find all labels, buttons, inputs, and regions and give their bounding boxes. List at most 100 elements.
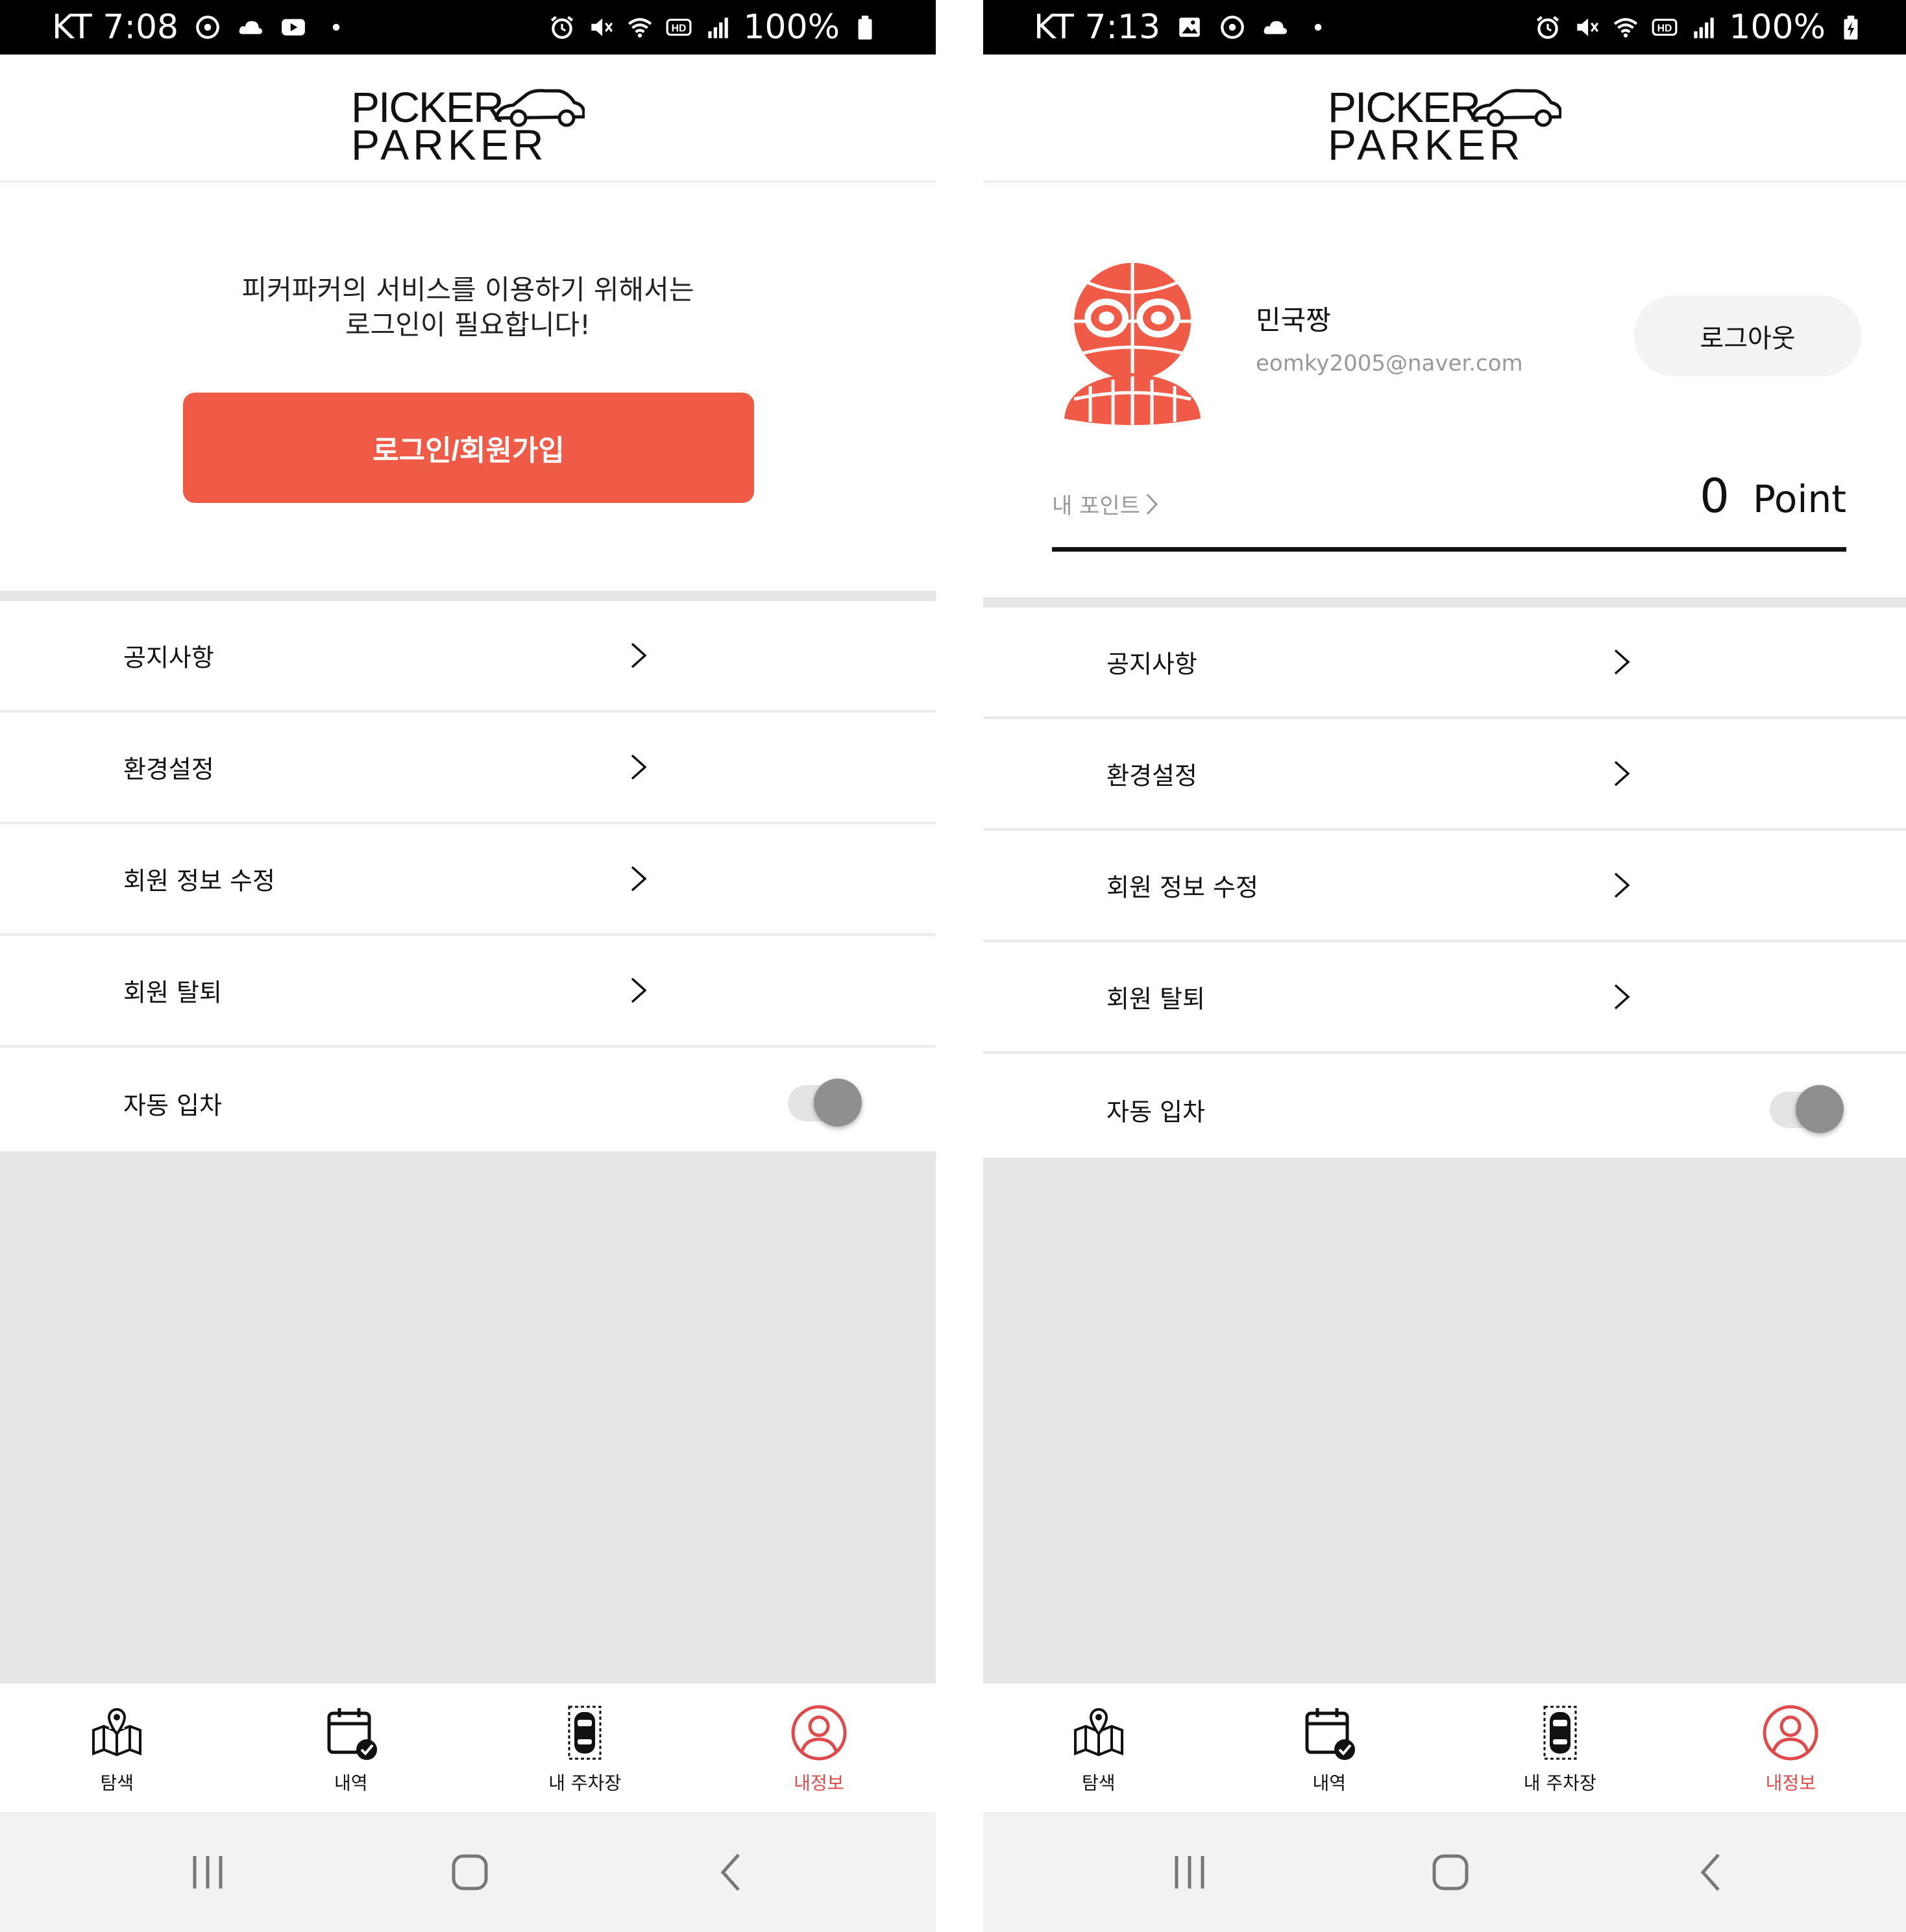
tab-label: 내정보 [794,1772,844,1794]
avatar [1064,263,1201,425]
svg-text:HD: HD [672,23,687,34]
status-right: HD 100% [548,0,879,55]
alarm-icon [1537,16,1559,39]
menu-item-label: 환경설정 [123,755,214,784]
recent-apps-icon[interactable] [1167,1850,1212,1895]
settings-menu: 공지사항 환경설정 회원 정보 수정 회원 탈퇴 자동 입차 [0,601,936,1159]
battery-charging-icon [1844,16,1858,40]
settings-menu: 공지사항 환경설정 회원 정보 수정 회원 탈퇴 자동 입차 [983,607,1906,1166]
mute-icon [591,18,613,36]
toggle-knob [814,1079,862,1127]
empty-area [0,1151,936,1683]
calendar-check-icon [1305,1708,1356,1760]
menu-item-edit-profile[interactable]: 회원 정보 수정 [0,824,936,936]
user-circle-icon [1763,1705,1818,1761]
chevron-right-icon [631,754,647,780]
system-nav-bar [983,1812,1906,1932]
status-bar: KT 7:08 HD 100% [0,0,936,55]
points-number: 0 [1700,469,1729,523]
youtube-icon [282,19,305,36]
image-icon [1179,18,1200,37]
chevron-right-icon [1614,761,1630,787]
menu-item-withdraw[interactable]: 회원 탈퇴 [983,942,1906,1054]
tab-label: 내정보 [1765,1772,1816,1794]
menu-item-label: 공지사항 [123,643,214,672]
wifi-icon [628,18,652,38]
my-points-link[interactable]: 내 포인트 [1052,488,1158,520]
hd-icon: HD [666,18,692,36]
menu-item-auto-entry: 자동 입차 [0,1047,936,1159]
tab-explore[interactable]: 탐색 [983,1683,1214,1812]
picker-parker-logo: PICKER PARKER [351,80,586,169]
chevron-right-icon [1614,984,1630,1010]
notice-line-2: 로그인이 필요합니다! [345,309,591,341]
svg-text:HD: HD [1657,23,1672,34]
menu-item-edit-profile[interactable]: 회원 정보 수정 [983,831,1906,942]
back-icon[interactable] [709,1850,754,1895]
tab-explore[interactable]: 탐색 [0,1683,234,1812]
status-bar: KT 7:13 HD 100% [983,0,1906,55]
car-parking-icon [1543,1706,1577,1760]
signal-icon [1694,18,1715,38]
user-email: eomky2005@naver.com [1256,350,1523,376]
app-header: PICKER PARKER [0,55,936,183]
chevron-right-icon [1614,649,1630,675]
points-label: 내 포인트 [1052,493,1140,519]
section-divider [983,597,1906,607]
tab-label: 탐색 [1081,1772,1116,1794]
tab-label: 탐색 [100,1772,134,1794]
chevron-right-icon [631,642,647,668]
mute-icon [1577,18,1599,36]
tab-history[interactable]: 내역 [1214,1683,1445,1812]
status-left: KT 7:08 [52,0,350,55]
carrier-time: KT 7:08 [52,8,179,47]
menu-item-notice[interactable]: 공지사항 [0,601,936,713]
bottom-nav: 탐색 내역 내 주차장 내정보 [0,1683,936,1812]
tab-my-parking[interactable]: 내 주차장 [468,1683,702,1812]
car-parking-icon [568,1706,602,1760]
system-nav-bar [0,1812,936,1932]
tab-label: 내역 [1312,1772,1347,1794]
logout-button[interactable]: 로그아웃 [1634,295,1861,376]
auto-entry-toggle[interactable] [1770,1085,1844,1133]
map-pin-icon [1073,1708,1123,1757]
menu-item-withdraw[interactable]: 회원 탈퇴 [0,936,936,1047]
empty-area [983,1158,1906,1683]
points-value: 0 Point [1700,469,1846,523]
status-right: HD 100% [1534,0,1864,55]
calendar-check-icon [327,1708,377,1760]
user-name: 민국짱 [1256,304,1331,336]
sync-icon [1221,16,1244,39]
back-icon[interactable] [1689,1850,1734,1895]
recent-apps-icon[interactable] [185,1850,230,1895]
tab-my-parking[interactable]: 내 주차장 [1445,1683,1676,1812]
menu-item-settings[interactable]: 환경설정 [0,713,936,824]
tab-my-info[interactable]: 내정보 [1676,1683,1906,1812]
tab-label: 내역 [334,1772,368,1794]
menu-item-label: 공지사항 [1106,650,1197,679]
section-divider [0,591,936,601]
auto-entry-toggle[interactable] [788,1079,862,1127]
notice-line-1: 피커파커의 서비스를 이용하기 위해서는 [241,274,694,306]
points-unit: Point [1752,477,1846,521]
sync-icon [196,16,219,39]
home-icon[interactable] [1428,1850,1473,1895]
auto-entry-label: 자동 입차 [1106,1097,1205,1127]
login-required-notice: 피커파커의 서비스를 이용하기 위해서는 로그인이 필요합니다! [0,273,936,343]
menu-item-label: 회원 탈퇴 [1106,984,1205,1014]
menu-item-notice[interactable]: 공지사항 [983,607,1906,719]
home-icon[interactable] [447,1850,493,1895]
app-header: PICKER PARKER [983,55,1906,183]
svg-text:PARKER: PARKER [1328,121,1524,165]
menu-item-settings[interactable]: 환경설정 [983,719,1906,831]
cloud-icon [1264,21,1288,34]
map-pin-icon [92,1708,142,1757]
svg-text:PARKER: PARKER [351,121,548,165]
tab-history[interactable]: 내역 [234,1683,469,1812]
login-signup-button[interactable]: 로그인/회원가입 [183,393,754,503]
dot-icon [332,23,340,31]
hd-icon: HD [1652,18,1678,36]
chevron-right-icon [1614,872,1630,898]
bottom-nav: 탐색 내역 내 주차장 내정보 [983,1683,1906,1812]
tab-my-info[interactable]: 내정보 [702,1683,936,1812]
